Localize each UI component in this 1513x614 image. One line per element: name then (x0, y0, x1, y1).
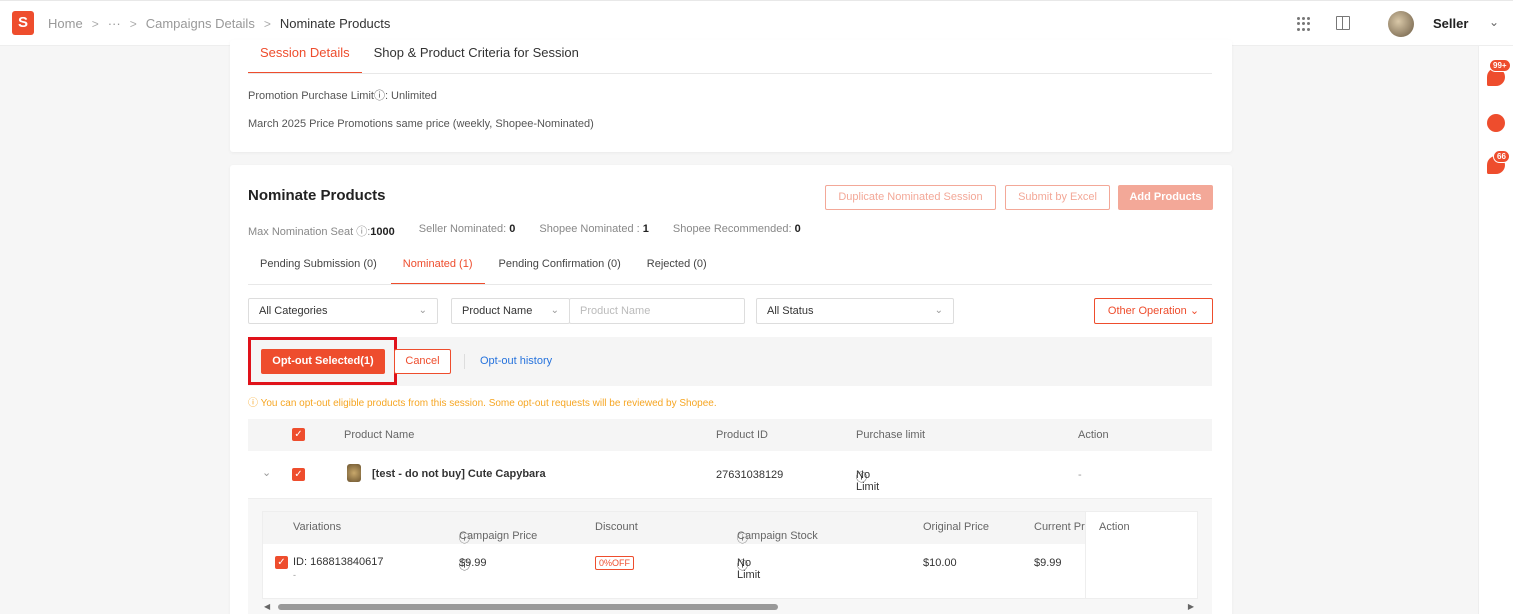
variations-table: Variations Campaign Price ⓘ Discount Cam… (262, 511, 1198, 599)
tab-nominated[interactable]: Nominated (1) (390, 258, 485, 285)
product-table-header: ✓ Product Name Product ID Purchase limit… (248, 419, 1212, 451)
product-action: - (1078, 469, 1082, 481)
bulk-action-bar: Opt-out Selected(1) Cancel Opt-out histo… (248, 337, 1212, 386)
session-details-card: Session Details Shop & Product Criteria … (230, 40, 1232, 152)
chevron-down-icon: ⌄ (934, 305, 943, 316)
nomination-stats: Max Nomination Seat ⓘ:1000 Seller Nomina… (248, 223, 825, 239)
tab-pending-submission[interactable]: Pending Submission (0) (248, 258, 389, 285)
session-description: March 2025 Price Promotions same price (… (248, 118, 594, 130)
other-operation-button[interactable]: Other Operation ⌄ (1094, 298, 1213, 324)
current-price: $9.99 (1034, 557, 1062, 569)
side-toolbar: 99+ 66 (1478, 46, 1513, 614)
divider (248, 73, 1212, 74)
header-product-id: Product ID (716, 429, 768, 441)
horizontal-scrollbar[interactable]: ◀ ▶ (262, 602, 1198, 612)
breadcrumb: Home > ··· > Campaigns Details > Nominat… (48, 16, 390, 31)
product-name: [test - do not buy] Cute Capybara (372, 468, 546, 480)
chevron-down-icon: ⌄ (550, 305, 559, 316)
stat-shopee-recommended: Shopee Recommended: 0 (672, 223, 801, 235)
breadcrumb-home[interactable]: Home (48, 16, 83, 31)
product-checkbox[interactable]: ✓ (292, 468, 305, 481)
scroll-right-icon[interactable]: ▶ (1188, 602, 1194, 611)
variation-id: ID: 168813840617 (293, 556, 384, 568)
breadcrumb-current: Nominate Products (279, 16, 391, 31)
info-icon: ⓘ (248, 398, 261, 409)
scrollbar-thumb[interactable] (278, 604, 778, 610)
help-icon: ⓘ (856, 472, 867, 484)
header-purchase-limit: Purchase limit (856, 429, 926, 441)
book-icon[interactable] (1336, 16, 1350, 30)
product-name-search-input[interactable]: Product Name (569, 298, 745, 324)
nominate-products-card: Nominate Products Duplicate Nominated Se… (230, 165, 1232, 614)
header-current-price: Current Pri (1034, 521, 1088, 533)
cancel-button[interactable]: Cancel (394, 349, 451, 374)
chevron-down-icon: ⌄ (418, 305, 427, 316)
original-price: $10.00 (923, 557, 957, 569)
opt-out-selected-button[interactable]: Opt-out Selected(1) (261, 349, 385, 374)
discount-badge: 0%OFF (595, 556, 635, 570)
chat-badge: 66 (1493, 150, 1510, 163)
category-select[interactable]: All Categories ⌄ (248, 298, 438, 324)
help-icon: ⓘ (459, 560, 470, 572)
breadcrumb-ellipsis[interactable]: ··· (108, 16, 121, 31)
status-select[interactable]: All Status ⌄ (756, 298, 954, 324)
shopee-logo[interactable]: S (12, 11, 34, 35)
chevron-down-icon[interactable]: ⌄ (262, 466, 271, 479)
search-type-select[interactable]: Product Name ⌄ (451, 298, 570, 324)
purchase-limit-text: Promotion Purchase Limitⓘ: Unlimited (248, 90, 437, 102)
chevron-right-icon: > (91, 16, 99, 31)
chevron-down-icon[interactable]: ⌄ (1489, 15, 1499, 29)
submit-by-excel-button[interactable]: Submit by Excel (1005, 185, 1110, 210)
session-tabs: Session Details Shop & Product Criteria … (248, 46, 591, 74)
variation-sub: - (293, 570, 296, 580)
tab-shop-product-criteria[interactable]: Shop & Product Criteria for Session (362, 46, 591, 74)
product-thumbnail (347, 464, 361, 482)
add-products-button[interactable]: Add Products (1118, 185, 1213, 210)
header-discount: Discount (595, 521, 638, 533)
stat-shopee-nominated: Shopee Nominated : 1 (539, 223, 649, 235)
seller-name[interactable]: Seller (1433, 16, 1468, 31)
divider (464, 354, 465, 369)
header-action: Action (1078, 429, 1109, 441)
apps-grid-icon[interactable] (1297, 17, 1311, 31)
stat-seller-nominated: Seller Nominated: 0 (418, 223, 516, 235)
chevron-right-icon: > (263, 16, 271, 31)
avatar[interactable] (1388, 11, 1414, 37)
chevron-right-icon: > (129, 16, 137, 31)
notification-badge: 99+ (1489, 59, 1511, 72)
page-title: Nominate Products (248, 187, 386, 204)
scroll-left-icon[interactable]: ◀ (264, 602, 270, 611)
header-variations: Variations (293, 521, 342, 533)
duplicate-nominated-session-button[interactable]: Duplicate Nominated Session (825, 185, 996, 210)
tab-session-details[interactable]: Session Details (248, 46, 362, 74)
service-icon[interactable] (1487, 114, 1505, 132)
tab-pending-confirmation[interactable]: Pending Confirmation (0) (487, 258, 633, 285)
opt-out-notice: ⓘ You can opt-out eligible products from… (248, 398, 717, 409)
nomination-status-tabs: Pending Submission (0) Nominated (1) Pen… (248, 258, 721, 285)
variation-action-column: Action (1085, 512, 1197, 598)
header-variation-action: Action (1099, 521, 1130, 533)
breadcrumb-campaign-details[interactable]: Campaigns Details (146, 16, 255, 31)
opt-out-history-link[interactable]: Opt-out history (480, 355, 552, 367)
header-product-name: Product Name (344, 429, 415, 441)
variation-checkbox[interactable]: ✓ (275, 556, 288, 569)
help-icon: ⓘ (737, 560, 748, 572)
variations-header: Variations Campaign Price ⓘ Discount Cam… (263, 512, 1197, 545)
table-row: ⌄ ✓ [test - do not buy] Cute Capybara 27… (248, 451, 1212, 499)
header-original-price: Original Price (923, 521, 990, 533)
variation-row: ✓ ID: 168813840617 - $9.99 ⓘ 0%OFF No Li… (263, 544, 1197, 594)
tab-rejected[interactable]: Rejected (0) (635, 258, 719, 285)
product-id: 27631038129 (716, 469, 784, 481)
chevron-down-icon: ⌄ (1186, 305, 1200, 317)
variations-area: Variations Campaign Price ⓘ Discount Cam… (248, 499, 1212, 614)
divider (248, 284, 1212, 285)
stat-max-seat: Max Nomination Seat ⓘ:1000 (248, 226, 395, 238)
select-all-checkbox[interactable]: ✓ (292, 428, 305, 441)
